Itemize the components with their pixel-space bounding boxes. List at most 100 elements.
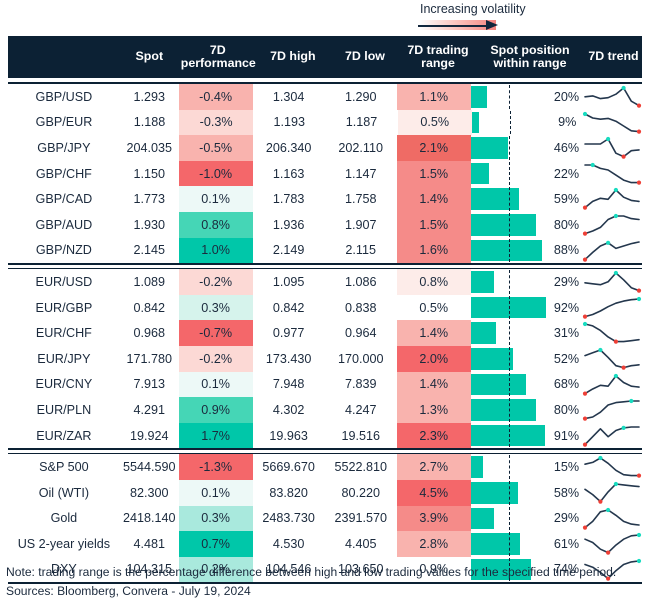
position-bar-midline	[508, 321, 510, 345]
cell-spot: 4.481	[133, 536, 165, 551]
volatility-legend: Increasing volatility	[418, 2, 618, 31]
position-bar-track	[470, 532, 552, 556]
position-bar-fill	[470, 507, 495, 530]
position-bar-midline	[508, 85, 510, 109]
cell-7d-performance: 0.1%	[178, 186, 253, 212]
cell-7d-performance: 0.8%	[178, 211, 253, 238]
cell-7d-trading-range: 1.3%	[396, 397, 471, 423]
cell-spot-position-bar	[470, 135, 552, 161]
cell-7d-low: 170.000	[337, 351, 384, 366]
position-bar-fill	[470, 456, 483, 478]
position-bar-midline	[508, 346, 510, 371]
table-header-row: Spot 7D performance 7D high 7D low 7D tradin…	[8, 36, 642, 78]
row-instrument-name: US 2-year yields	[17, 536, 111, 551]
column-header-trend: 7D trend	[588, 49, 639, 64]
cell-spot-position-bar	[470, 161, 552, 187]
position-bar-midline	[508, 532, 510, 556]
position-bar-midline	[508, 372, 510, 397]
market-table: Spot 7D performance 7D high 7D low 7D tradin…	[8, 36, 642, 585]
table-row: EUR/JPY 171.780 -0.2% 173.430 170.000 2.0% 52%	[8, 345, 642, 372]
table-row: GBP/JPY 204.035 -0.5% 206.340 202.110 2.1% 46%	[8, 135, 642, 161]
cell-spot-position-percent: 61%	[553, 536, 580, 551]
table-row: EUR/CHF 0.968 -0.7% 0.977 0.964 1.4% 31%	[8, 320, 642, 346]
cell-7d-low: 1.187	[345, 115, 378, 130]
footnote-sources: Sources: Bloomberg, Convera - July 19, 2…	[6, 583, 251, 598]
table-row: GBP/CHF 1.150 -1.0% 1.163 1.147 1.5% 22%	[8, 160, 642, 187]
cell-7d-trend-sparkline	[582, 480, 642, 506]
cell-7d-high: 1.163	[272, 166, 305, 181]
cell-spot: 1.188	[133, 115, 166, 130]
cell-7d-performance: 0.7%	[178, 531, 253, 557]
table-row: S&P 500 5544.590 -1.3% 5669.670 5522.810 2.7%…	[8, 454, 642, 480]
cell-spot: 1.930	[133, 217, 165, 232]
row-instrument-name: EUR/ZAR	[36, 428, 92, 443]
row-instrument-name: S&P 500	[39, 460, 89, 475]
position-bar-fill	[470, 347, 513, 370]
row-instrument-name: GBP/CAD	[35, 192, 93, 207]
cell-7d-performance: 1.7%	[178, 422, 253, 449]
position-bar-fill	[470, 137, 509, 159]
cell-7d-performance: -0.7%	[178, 320, 253, 346]
cell-spot-position-percent: 22%	[553, 166, 580, 181]
cell-spot-position-percent: 92%	[553, 300, 580, 315]
position-bar-fill	[470, 271, 495, 293]
cell-7d-low: 0.964	[344, 326, 377, 341]
position-bar-fill	[470, 399, 536, 421]
column-header-low: 7D low	[344, 49, 385, 64]
position-bar-fill	[470, 424, 545, 447]
position-bar-track	[470, 455, 552, 479]
row-instrument-name: EUR/GBP	[35, 300, 93, 315]
cell-7d-trend-sparkline	[582, 320, 642, 346]
position-bar-track	[470, 187, 552, 211]
cell-7d-trend-sparkline	[582, 238, 642, 264]
position-bar-midline	[508, 136, 510, 160]
row-instrument-name: GBP/CHF	[35, 166, 92, 181]
cell-spot-position-bar	[470, 212, 552, 238]
cell-7d-performance: -0.2%	[178, 345, 253, 372]
cell-spot-position-bar	[470, 346, 552, 372]
cell-7d-high: 5669.670	[262, 460, 315, 475]
cell-7d-trading-range: 1.5%	[396, 160, 471, 187]
position-bar-midline	[508, 295, 510, 320]
cell-7d-low: 1.758	[344, 192, 377, 207]
cell-7d-trading-range: 1.6%	[396, 237, 471, 264]
row-instrument-name: GBP/EUR	[35, 115, 93, 130]
cell-spot: 204.035	[126, 140, 172, 155]
cell-spot-position-bar	[470, 454, 552, 480]
position-bar-fill	[470, 86, 487, 108]
table-row: Gold 2418.140 0.3% 2483.730 2391.570 3.9% 29%	[8, 505, 642, 532]
column-header-high: 7D high	[270, 49, 316, 64]
cell-7d-low: 5522.810	[334, 460, 387, 475]
position-bar-fill	[471, 111, 480, 134]
position-bar-fill	[470, 188, 519, 210]
position-bar-midline	[508, 212, 510, 237]
volatility-legend-label: Increasing volatility	[420, 2, 526, 16]
position-bar-track	[470, 480, 552, 505]
table-row: Oil (WTI) 82.300 0.1% 83.820 80.220 4.5% 58%	[8, 479, 642, 506]
position-bar-midline	[508, 398, 510, 422]
table-row: GBP/NZD 2.145 1.0% 2.149 2.115 1.6% 88%	[8, 237, 642, 264]
table-group-gbp-pairs: GBP/USD 1.293 -0.4% 1.304 1.290 1.1% 20% GBP/EU…	[8, 84, 642, 264]
cell-spot: 0.842	[133, 300, 165, 315]
cell-7d-low: 1.147	[344, 166, 377, 181]
position-bar-fill	[470, 373, 526, 396]
cell-spot-position-bar	[470, 295, 552, 321]
table-group-eur-pairs: EUR/USD 1.089 -0.2% 1.095 1.086 0.8% 29% EUR/GB…	[8, 269, 642, 449]
position-bar-fill	[470, 533, 521, 555]
cell-spot-position-percent: 9%	[558, 115, 577, 130]
position-bar-track	[470, 423, 552, 448]
cell-spot: 1.773	[133, 192, 165, 207]
position-bar-fill	[470, 213, 536, 236]
cell-spot: 171.780	[126, 351, 172, 366]
cell-spot-position-percent: 80%	[553, 217, 580, 232]
cell-7d-performance: 0.3%	[178, 294, 253, 321]
cell-spot-position-percent: 80%	[553, 402, 580, 417]
cell-7d-trend-sparkline	[582, 186, 642, 212]
cell-7d-trend-sparkline	[582, 269, 642, 295]
cell-7d-high: 2.149	[272, 243, 305, 258]
cell-7d-trend-sparkline	[582, 506, 642, 532]
cell-7d-trading-range: 1.4%	[396, 371, 471, 398]
cell-spot: 2.145	[133, 243, 165, 258]
cell-7d-performance: 0.1%	[178, 371, 253, 398]
position-bar-track	[470, 85, 552, 109]
